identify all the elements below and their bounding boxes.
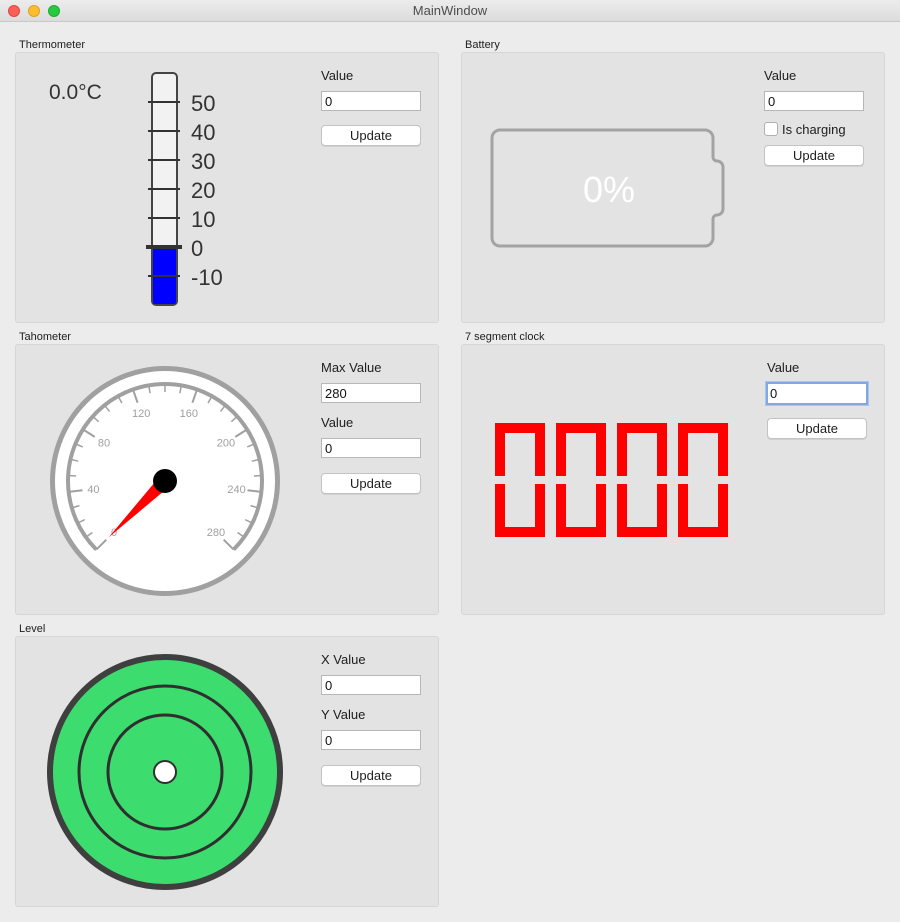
is-charging-checkbox[interactable] bbox=[764, 122, 778, 136]
level-y-input[interactable] bbox=[321, 730, 421, 750]
tachometer-group: 0 40 80 120 160 200 240 280 Max Value Va… bbox=[15, 344, 439, 615]
tachometer-scale-label: 200 bbox=[217, 438, 235, 450]
battery-percent-text: 0% bbox=[583, 169, 635, 210]
level-update-button[interactable]: Update bbox=[321, 765, 421, 786]
clock-value-label: Value bbox=[767, 360, 800, 375]
tachometer-hub bbox=[153, 469, 177, 493]
tachometer-group-label: Tahometer bbox=[19, 331, 71, 343]
is-charging-label: Is charging bbox=[782, 122, 846, 137]
segment-f bbox=[556, 423, 566, 476]
battery-group-label: Battery bbox=[465, 39, 500, 51]
thermometer-scale-label: 10 bbox=[191, 207, 215, 232]
level-bubble bbox=[153, 760, 177, 784]
segment-e bbox=[617, 484, 627, 537]
thermometer-update-button[interactable]: Update bbox=[321, 125, 421, 146]
level-y-label: Y Value bbox=[321, 707, 366, 722]
tachometer-scale-label: 280 bbox=[207, 527, 225, 539]
tachometer-value-input[interactable] bbox=[321, 438, 421, 458]
thermometer-reading: 0.0°C bbox=[49, 81, 102, 104]
tachometer-scale-label: 240 bbox=[227, 484, 245, 496]
clock-group-label: 7 segment clock bbox=[465, 331, 545, 343]
segment-f bbox=[495, 423, 505, 476]
title-bar: MainWindow bbox=[0, 0, 900, 22]
segment-e bbox=[556, 484, 566, 537]
seven-segment-display bbox=[495, 423, 728, 537]
tachometer-scale-label: 160 bbox=[180, 408, 198, 420]
level-group-label: Level bbox=[19, 623, 46, 635]
thermometer-scale-label: 50 bbox=[191, 91, 215, 116]
segment-b bbox=[657, 423, 667, 476]
segment-b bbox=[596, 423, 606, 476]
thermometer-scale-label: 20 bbox=[191, 178, 215, 203]
window-title: MainWindow bbox=[412, 3, 488, 18]
segment-f bbox=[617, 423, 627, 476]
segment-b bbox=[718, 423, 728, 476]
tachometer-scale-label: 80 bbox=[98, 438, 110, 450]
segment-b bbox=[535, 423, 545, 476]
tachometer-max-input[interactable] bbox=[321, 383, 421, 403]
thermometer-value-input[interactable] bbox=[321, 91, 421, 111]
battery-update-button[interactable]: Update bbox=[764, 145, 864, 166]
tachometer-scale-label: 120 bbox=[132, 408, 150, 420]
clock-group: Value Update bbox=[461, 344, 885, 615]
thermometer-scale-label: 40 bbox=[191, 120, 215, 145]
thermometer-scale-label: -10 bbox=[191, 265, 223, 290]
tachometer-scale-label: 40 bbox=[87, 484, 99, 496]
thermometer-group: 0.0°C 50 40 30 20 10 0 -10 Value Update bbox=[15, 52, 439, 323]
thermometer-gauge: 50 40 30 20 10 0 -10 bbox=[146, 72, 223, 306]
battery-value-input[interactable] bbox=[764, 91, 864, 111]
segment-e bbox=[678, 484, 688, 537]
level-group: X Value Y Value Update bbox=[15, 636, 439, 907]
thermometer-scale-label: 0 bbox=[191, 236, 203, 261]
clock-update-button[interactable]: Update bbox=[767, 418, 867, 439]
tachometer-update-button[interactable]: Update bbox=[321, 473, 421, 494]
tachometer-value-label: Value bbox=[321, 415, 354, 430]
tachometer-max-label: Max Value bbox=[321, 360, 382, 375]
battery-group: 0% Value Is charging Update bbox=[461, 52, 885, 323]
thermometer-scale-label: 30 bbox=[191, 149, 215, 174]
level-x-input[interactable] bbox=[321, 675, 421, 695]
segment-f bbox=[678, 423, 688, 476]
battery-value-label: Value bbox=[764, 68, 797, 83]
segment-e bbox=[495, 484, 505, 537]
level-x-label: X Value bbox=[321, 652, 366, 667]
clock-value-input[interactable] bbox=[766, 382, 868, 405]
thermometer-group-label: Thermometer bbox=[19, 39, 86, 51]
thermometer-value-label: Value bbox=[321, 68, 354, 83]
tachometer-gauge: 0 40 80 120 160 200 240 280 bbox=[50, 366, 280, 596]
level-gauge bbox=[47, 654, 283, 890]
battery-icon: 0% bbox=[490, 128, 725, 248]
